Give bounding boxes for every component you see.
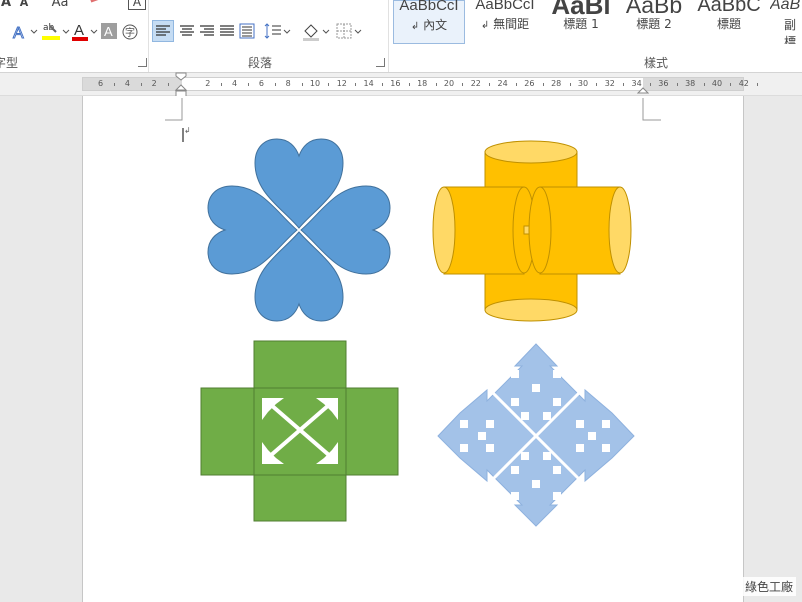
watermark: 綠色工廠 <box>741 577 796 596</box>
blue-diamond-arrows-shape[interactable] <box>437 343 635 527</box>
shapes-layer <box>200 138 635 527</box>
cylinder-cross-shape[interactable] <box>432 140 632 322</box>
green-cross-arrow-shape[interactable] <box>200 340 399 522</box>
heart-clover-shape[interactable] <box>207 138 391 322</box>
